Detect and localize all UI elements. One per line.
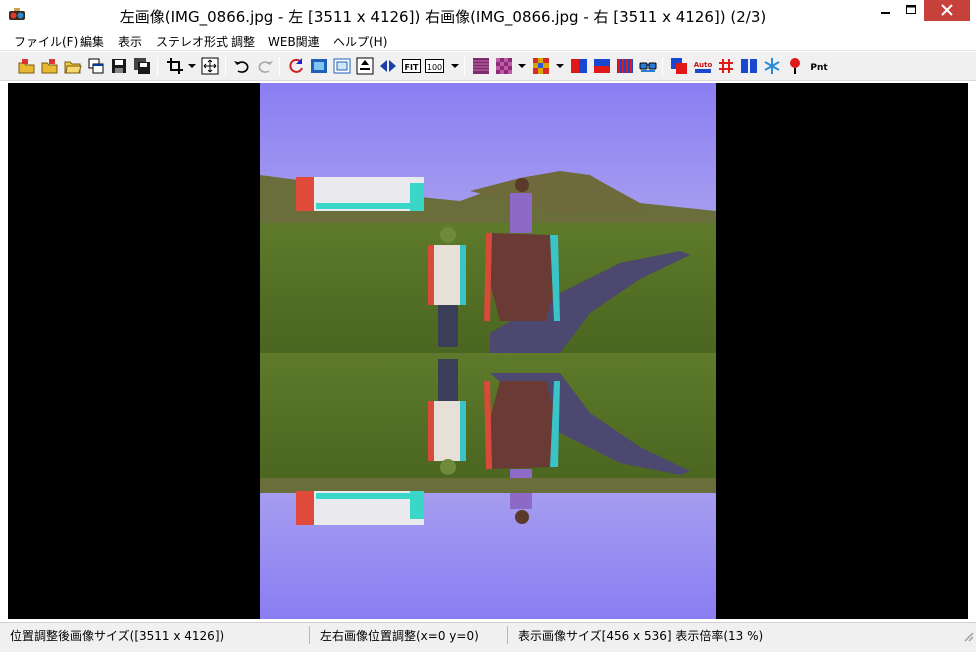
crop-dropdown-icon[interactable]	[188, 64, 196, 68]
open-folder-icon[interactable]	[64, 57, 82, 75]
menu-bar: ファイル(F) 編集 表示 ステレオ形式 調整 WEB関連 ヘルプ(H)	[0, 31, 976, 51]
auto-label: Auto	[694, 61, 713, 69]
refresh-icon[interactable]	[287, 57, 305, 75]
app-window: 左画像(IMG_0866.jpg - 左 [3511 x 4126]) 右画像(…	[0, 0, 976, 652]
menu-stereo-format[interactable]: ステレオ形式	[156, 33, 228, 50]
toolbar-separator	[464, 57, 465, 76]
open-right-icon[interactable]	[41, 57, 59, 75]
color-dropdown-icon[interactable]	[556, 64, 564, 68]
menu-edit[interactable]: 編集	[80, 33, 104, 50]
toolbar-separator	[279, 57, 280, 76]
menu-web[interactable]: WEB関連	[268, 33, 320, 50]
frame-icon[interactable]	[310, 57, 328, 75]
pnt-label: Pnt	[810, 63, 828, 73]
status-position-adjust: 左右画像位置調整(x=0 y=0)	[310, 626, 508, 644]
zoom-100-label: 100	[427, 63, 442, 72]
grid-icon[interactable]	[717, 57, 735, 75]
snowflake-icon[interactable]	[763, 57, 781, 75]
image-canvas[interactable]	[8, 83, 968, 619]
minimize-button[interactable]	[872, 0, 898, 21]
point-icon[interactable]: Pnt	[808, 57, 830, 75]
menu-file[interactable]: ファイル(F)	[14, 33, 78, 50]
stripe-vertical-icon[interactable]	[616, 57, 634, 75]
menu-view[interactable]: 表示	[118, 33, 142, 50]
swap-icon[interactable]	[379, 57, 397, 75]
save-icon[interactable]	[110, 57, 128, 75]
toolbar-separator	[662, 57, 663, 76]
zoom-100-icon[interactable]: 100	[425, 57, 444, 75]
menu-adjust[interactable]: 調整	[231, 33, 255, 50]
toolbar: FIT 100 Auto Pnt	[0, 52, 976, 81]
toolbar-separator	[157, 57, 158, 76]
maximize-button[interactable]	[898, 0, 924, 21]
fit-label: FIT	[405, 63, 419, 72]
frame-blank-icon[interactable]	[333, 57, 351, 75]
view-window-icon[interactable]	[87, 57, 105, 75]
toolbar-separator	[225, 57, 226, 76]
checker-color-icon[interactable]	[532, 57, 550, 75]
overlay-icon[interactable]	[670, 57, 688, 75]
checker-dropdown-icon[interactable]	[518, 64, 526, 68]
undo-icon[interactable]	[233, 57, 251, 75]
status-adjusted-size: 位置調整後画像サイズ([3511 x 4126])	[0, 626, 310, 644]
auto-adjust-icon[interactable]: Auto	[693, 57, 713, 75]
crop-icon[interactable]	[166, 57, 184, 75]
pin-icon[interactable]	[786, 57, 804, 75]
anaglyph-red-blue-icon[interactable]	[570, 57, 588, 75]
checker-icon[interactable]	[495, 57, 513, 75]
menu-help[interactable]: ヘルプ(H)	[333, 33, 387, 50]
save-all-icon[interactable]	[133, 57, 151, 75]
stripe-horizontal-icon[interactable]	[472, 57, 490, 75]
align-icon[interactable]	[356, 57, 374, 75]
title-bar[interactable]: 左画像(IMG_0866.jpg - 左 [3511 x 4126]) 右画像(…	[0, 0, 976, 31]
move-icon[interactable]	[201, 57, 219, 75]
glasses-icon[interactable]	[639, 57, 657, 75]
close-button[interactable]	[924, 0, 970, 21]
open-left-icon[interactable]	[18, 57, 36, 75]
fit-icon[interactable]: FIT	[402, 57, 421, 75]
anaglyph-image	[260, 83, 716, 619]
zoom-dropdown-icon[interactable]	[451, 64, 459, 68]
app-logo-icon[interactable]	[8, 6, 26, 24]
side-by-side-icon[interactable]	[740, 57, 758, 75]
redo-icon[interactable]	[256, 57, 274, 75]
status-display-size: 表示画像サイズ[456 x 536] 表示倍率(13 %)	[518, 629, 764, 643]
anaglyph-top-bottom-icon[interactable]	[593, 57, 611, 75]
resize-grip-icon[interactable]	[962, 630, 974, 642]
status-bar: 位置調整後画像サイズ([3511 x 4126]) 左右画像位置調整(x=0 y…	[0, 622, 976, 652]
window-title: 左画像(IMG_0866.jpg - 左 [3511 x 4126]) 右画像(…	[119, 8, 767, 26]
